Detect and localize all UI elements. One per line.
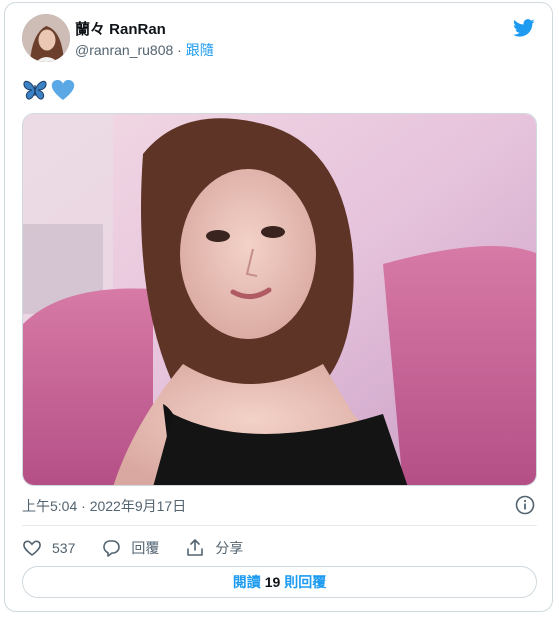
info-icon[interactable] bbox=[515, 495, 535, 515]
heart-icon bbox=[23, 540, 41, 557]
likes-count: 537 bbox=[52, 540, 76, 556]
replies-count: 19 bbox=[264, 574, 281, 590]
author-handle[interactable]: @ranran_ru808 bbox=[75, 42, 173, 58]
tweet-timestamp[interactable]: 上午5:04 · 2022年9月17日 bbox=[22, 497, 186, 515]
avatar[interactable] bbox=[22, 14, 70, 62]
read-replies-button[interactable]: 閱讀 19 則回覆 bbox=[22, 566, 537, 598]
blue-heart-emoji bbox=[51, 80, 75, 100]
reply-button[interactable]: 回覆 bbox=[101, 538, 159, 558]
replies-suffix: 則回覆 bbox=[284, 574, 327, 590]
embedded-tweet-card: 蘭々 RanRan @ranran_ru808 · 跟隨 上午5:04 · 20… bbox=[4, 2, 553, 612]
handle-row: @ranran_ru808 · 跟隨 bbox=[75, 41, 214, 59]
reply-label: 回覆 bbox=[131, 540, 160, 556]
share-button[interactable]: 分享 bbox=[185, 538, 243, 558]
tweet-photo[interactable] bbox=[22, 113, 537, 486]
tweet-text bbox=[22, 77, 76, 103]
share-label: 分享 bbox=[215, 540, 244, 556]
divider bbox=[22, 525, 537, 526]
follow-link[interactable]: 跟隨 bbox=[186, 42, 214, 58]
replies-prefix: 閱讀 bbox=[232, 574, 261, 590]
like-button[interactable]: 537 bbox=[22, 538, 75, 558]
action-bar: 537 回覆 分享 bbox=[22, 536, 269, 560]
share-icon bbox=[187, 539, 204, 556]
author-name[interactable]: 蘭々 RanRan bbox=[75, 20, 166, 40]
twitter-bird-icon[interactable] bbox=[512, 17, 536, 39]
butterfly-emoji bbox=[23, 80, 47, 100]
reply-bubble-icon bbox=[103, 540, 121, 557]
separator-dot: · bbox=[177, 42, 182, 58]
